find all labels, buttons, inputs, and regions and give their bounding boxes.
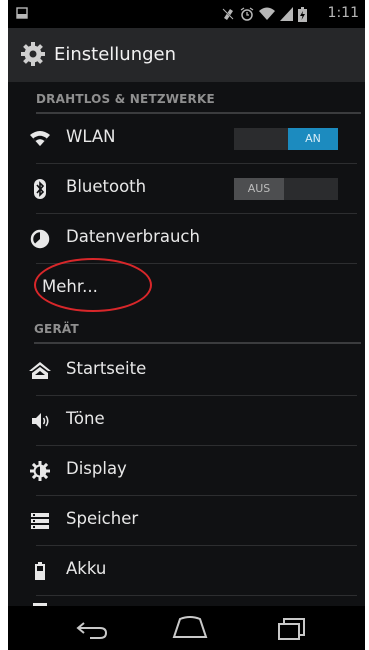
gear-icon[interactable]: [20, 41, 46, 67]
section-header-wireless: DRAHTLOS & NETZWERKE: [8, 86, 365, 114]
settings-item-home[interactable]: Startseite: [8, 346, 365, 396]
toggle-state: AN: [288, 128, 338, 150]
bluetooth-toggle[interactable]: AUS: [234, 178, 338, 200]
storage-icon: [31, 513, 49, 529]
wlan-label: WLAN: [66, 127, 116, 146]
wifi-icon: [30, 131, 50, 146]
settings-item-sound[interactable]: Töne: [8, 396, 365, 446]
back-icon[interactable]: [72, 615, 112, 641]
data-usage-label: Datenverbrauch: [66, 227, 200, 246]
section-label: GERÄT: [34, 322, 79, 336]
alarm-icon: [240, 7, 254, 21]
settings-item-data-usage[interactable]: Datenverbrauch: [8, 214, 365, 264]
display-label: Display: [66, 459, 127, 478]
bluetooth-icon: [34, 179, 46, 199]
navigation-bar: [8, 606, 365, 650]
home-label: Startseite: [66, 359, 147, 378]
storage-label: Speicher: [66, 509, 139, 528]
home-button-icon[interactable]: [170, 615, 210, 641]
battery-status-icon: [298, 6, 307, 22]
annotation-circle: [34, 258, 152, 312]
display-icon: [30, 461, 50, 481]
settings-item-bluetooth[interactable]: Bluetooth AUS: [8, 164, 365, 214]
section-divider: [34, 342, 361, 344]
section-header-device: GERÄT: [8, 316, 365, 344]
status-bar: 1:11: [8, 0, 365, 28]
action-bar: Einstellungen: [8, 28, 365, 82]
battery-icon: [35, 562, 45, 580]
settings-item-storage[interactable]: Speicher: [8, 496, 365, 546]
bluetooth-label: Bluetooth: [66, 177, 147, 196]
home-icon: [29, 362, 51, 379]
data-usage-icon: [30, 229, 50, 249]
mute-icon: [222, 8, 234, 20]
wifi-status-icon: [259, 7, 275, 20]
recent-apps-icon[interactable]: [272, 615, 312, 641]
sound-label: Töne: [66, 409, 105, 428]
signal-icon: [280, 7, 293, 21]
speaker-icon: [32, 413, 49, 429]
toggle-state: AUS: [234, 178, 284, 200]
section-label: DRAHTLOS & NETZWERKE: [36, 92, 215, 106]
settings-item-battery[interactable]: Akku: [8, 546, 365, 596]
settings-item-partial[interactable]: [8, 596, 365, 606]
notification-icon: [16, 7, 28, 19]
wlan-toggle[interactable]: AN: [234, 128, 338, 150]
status-time: 1:11: [327, 5, 359, 21]
settings-item-wlan[interactable]: WLAN AN: [8, 114, 365, 164]
settings-item-display[interactable]: Display: [8, 446, 365, 496]
phone-screen: 1:11 Einstellungen DRAHTLOS & NETZWERKE …: [8, 0, 365, 650]
battery-label: Akku: [66, 559, 107, 578]
page-title: Einstellungen: [54, 44, 177, 65]
